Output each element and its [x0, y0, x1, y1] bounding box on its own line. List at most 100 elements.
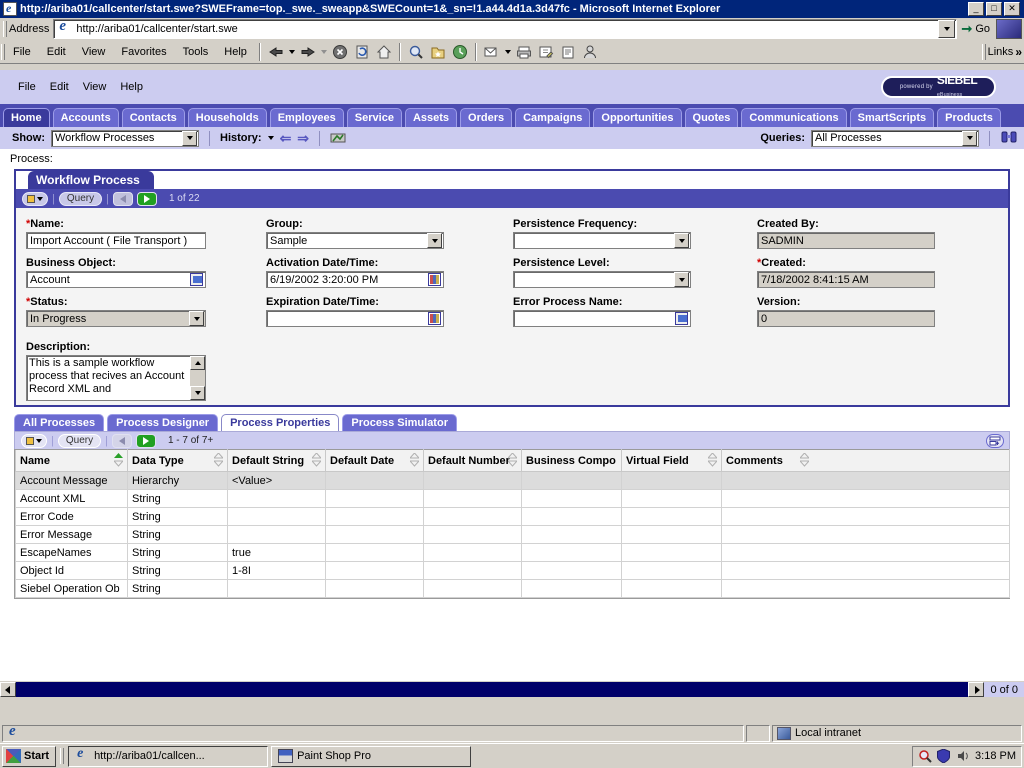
- screen-tab-opportunities[interactable]: Opportunities: [593, 108, 681, 127]
- cell-default-string[interactable]: [228, 526, 326, 544]
- cell-name[interactable]: Error Message: [16, 526, 128, 544]
- show-select[interactable]: Workflow Processes: [51, 130, 199, 147]
- cell-virtual-field[interactable]: [622, 544, 722, 562]
- history-icon[interactable]: [449, 41, 471, 62]
- scroll-left-icon[interactable]: [0, 682, 16, 697]
- list-menu-button[interactable]: [21, 434, 47, 448]
- cell-default-date[interactable]: [326, 562, 424, 580]
- menu-edit[interactable]: Edit: [39, 44, 74, 60]
- links-toolbar[interactable]: Links »: [981, 43, 1024, 61]
- cell-comments[interactable]: [722, 526, 1010, 544]
- screen-tab-households[interactable]: Households: [188, 108, 267, 127]
- taskbar-grip[interactable]: [59, 746, 65, 766]
- cell-default-date[interactable]: [326, 526, 424, 544]
- mail-icon[interactable]: [481, 41, 503, 62]
- magnifier-tray-icon[interactable]: [918, 749, 932, 763]
- cell-default-string[interactable]: 1-8I: [228, 562, 326, 580]
- queries-dropdown-icon[interactable]: [962, 131, 977, 146]
- activation-input[interactable]: 6/19/2002 3:20:00 PM: [266, 271, 444, 288]
- messenger-icon[interactable]: [579, 41, 601, 62]
- edit-icon[interactable]: [535, 41, 557, 62]
- cell-comments[interactable]: [722, 562, 1010, 580]
- cell-data-type[interactable]: String: [128, 580, 228, 598]
- cell-default-number[interactable]: [424, 490, 522, 508]
- forward-icon[interactable]: [297, 41, 319, 62]
- toolbar-grip[interactable]: [2, 20, 7, 38]
- view-tab-process-properties[interactable]: Process Properties: [221, 414, 339, 431]
- next-record-button[interactable]: [137, 192, 157, 206]
- cell-default-date[interactable]: [326, 580, 424, 598]
- column-header-data-type[interactable]: Data Type: [128, 450, 228, 472]
- cell-business-component[interactable]: [522, 526, 622, 544]
- cell-business-component[interactable]: [522, 562, 622, 580]
- column-header-default-string[interactable]: Default String: [228, 450, 326, 472]
- stop-icon[interactable]: [329, 41, 351, 62]
- search-icon[interactable]: [405, 41, 427, 62]
- view-tab-process-designer[interactable]: Process Designer: [107, 414, 218, 431]
- cell-virtual-field[interactable]: [622, 526, 722, 544]
- screen-tab-contacts[interactable]: Contacts: [122, 108, 185, 127]
- scroll-down-icon[interactable]: [190, 386, 205, 400]
- expiration-input[interactable]: [266, 310, 444, 327]
- cell-comments[interactable]: [722, 490, 1010, 508]
- column-header-default-date[interactable]: Default Date: [326, 450, 424, 472]
- columns-displayed-icon[interactable]: [986, 434, 1004, 448]
- calendar-icon[interactable]: [428, 273, 441, 286]
- cell-business-component[interactable]: [522, 472, 622, 490]
- cell-business-component[interactable]: [522, 580, 622, 598]
- column-header-virtual-field[interactable]: Virtual Field: [622, 450, 722, 472]
- back-icon[interactable]: [265, 41, 287, 62]
- status-dropdown-icon[interactable]: [189, 311, 204, 326]
- cell-data-type[interactable]: Hierarchy: [128, 472, 228, 490]
- cell-default-number[interactable]: [424, 526, 522, 544]
- applet-query-button[interactable]: Query: [59, 192, 102, 206]
- history-dropdown-icon[interactable]: [268, 136, 274, 140]
- cell-default-string[interactable]: [228, 490, 326, 508]
- table-row[interactable]: Account Message Hierarchy <Value>: [16, 472, 1010, 490]
- binoculars-icon[interactable]: [1000, 129, 1018, 147]
- cell-name[interactable]: Siebel Operation Ob: [16, 580, 128, 598]
- siebel-menu-help[interactable]: Help: [120, 81, 157, 93]
- table-row[interactable]: EscapeNames String true: [16, 544, 1010, 562]
- cell-name[interactable]: Object Id: [16, 562, 128, 580]
- screen-tab-orders[interactable]: Orders: [460, 108, 512, 127]
- cell-business-component[interactable]: [522, 508, 622, 526]
- queries-select[interactable]: All Processes: [811, 130, 979, 147]
- error-process-input[interactable]: [513, 310, 691, 327]
- history-label[interactable]: History:: [220, 132, 262, 144]
- column-header-name[interactable]: Name: [16, 450, 128, 472]
- screen-tab-communications[interactable]: Communications: [741, 108, 846, 127]
- persistence-level-dropdown-icon[interactable]: [674, 272, 689, 287]
- group-select[interactable]: Sample: [266, 232, 444, 249]
- print-icon[interactable]: [513, 41, 535, 62]
- cell-default-string[interactable]: [228, 508, 326, 526]
- name-input[interactable]: Import Account ( File Transport ): [26, 232, 206, 249]
- applet-menu-button[interactable]: [22, 192, 48, 206]
- status-select[interactable]: In Progress: [26, 310, 206, 327]
- cell-default-number[interactable]: [424, 472, 522, 490]
- cell-default-date[interactable]: [326, 490, 424, 508]
- cell-default-number[interactable]: [424, 562, 522, 580]
- cell-business-component[interactable]: [522, 544, 622, 562]
- screen-tab-smartscripts[interactable]: SmartScripts: [850, 108, 934, 127]
- description-textarea[interactable]: This is a sample workflow process that r…: [26, 355, 206, 401]
- favorites-icon[interactable]: [427, 41, 449, 62]
- show-dropdown-icon[interactable]: [182, 131, 197, 146]
- cell-name[interactable]: EscapeNames: [16, 544, 128, 562]
- history-forward-icon[interactable]: ⇒: [297, 130, 309, 147]
- screen-tab-home[interactable]: Home: [3, 108, 50, 127]
- scroll-right-icon[interactable]: [968, 682, 984, 697]
- sort-icon-5[interactable]: [708, 453, 717, 467]
- discuss-icon[interactable]: [557, 41, 579, 62]
- cell-default-string[interactable]: true: [228, 544, 326, 562]
- previous-record-button[interactable]: [113, 192, 133, 206]
- column-header-comments[interactable]: Comments: [722, 450, 1010, 472]
- go-button[interactable]: ➞ Go: [957, 21, 996, 37]
- taskbar-item-paint-shop-pro[interactable]: Paint Shop Pro: [271, 746, 471, 767]
- column-header-default-number[interactable]: Default Number: [424, 450, 522, 472]
- column-header-business-component[interactable]: Business Compo: [522, 450, 622, 472]
- cell-default-number[interactable]: [424, 544, 522, 562]
- menu-favorites[interactable]: Favorites: [113, 44, 174, 60]
- view-tab-process-simulator[interactable]: Process Simulator: [342, 414, 457, 431]
- sort-icon-2[interactable]: [312, 453, 321, 467]
